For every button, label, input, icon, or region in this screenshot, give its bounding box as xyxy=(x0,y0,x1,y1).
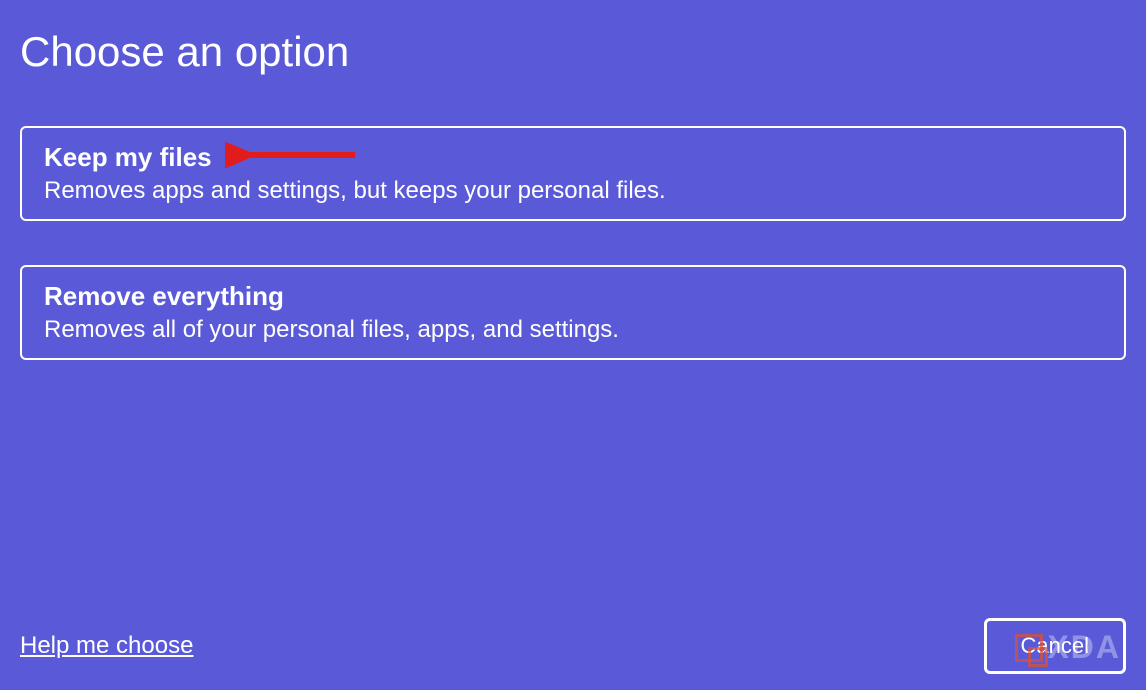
page-title: Choose an option xyxy=(20,28,1126,76)
cancel-button[interactable]: Cancel xyxy=(984,618,1126,674)
help-me-choose-link[interactable]: Help me choose xyxy=(20,632,193,660)
option-description: Removes all of your personal files, apps… xyxy=(44,316,1102,344)
option-title: Remove everything xyxy=(44,281,1102,312)
option-description: Removes apps and settings, but keeps you… xyxy=(44,177,1102,205)
option-title: Keep my files xyxy=(44,142,1102,173)
keep-my-files-option[interactable]: Keep my files Removes apps and settings,… xyxy=(20,126,1126,221)
remove-everything-option[interactable]: Remove everything Removes all of your pe… xyxy=(20,265,1126,360)
